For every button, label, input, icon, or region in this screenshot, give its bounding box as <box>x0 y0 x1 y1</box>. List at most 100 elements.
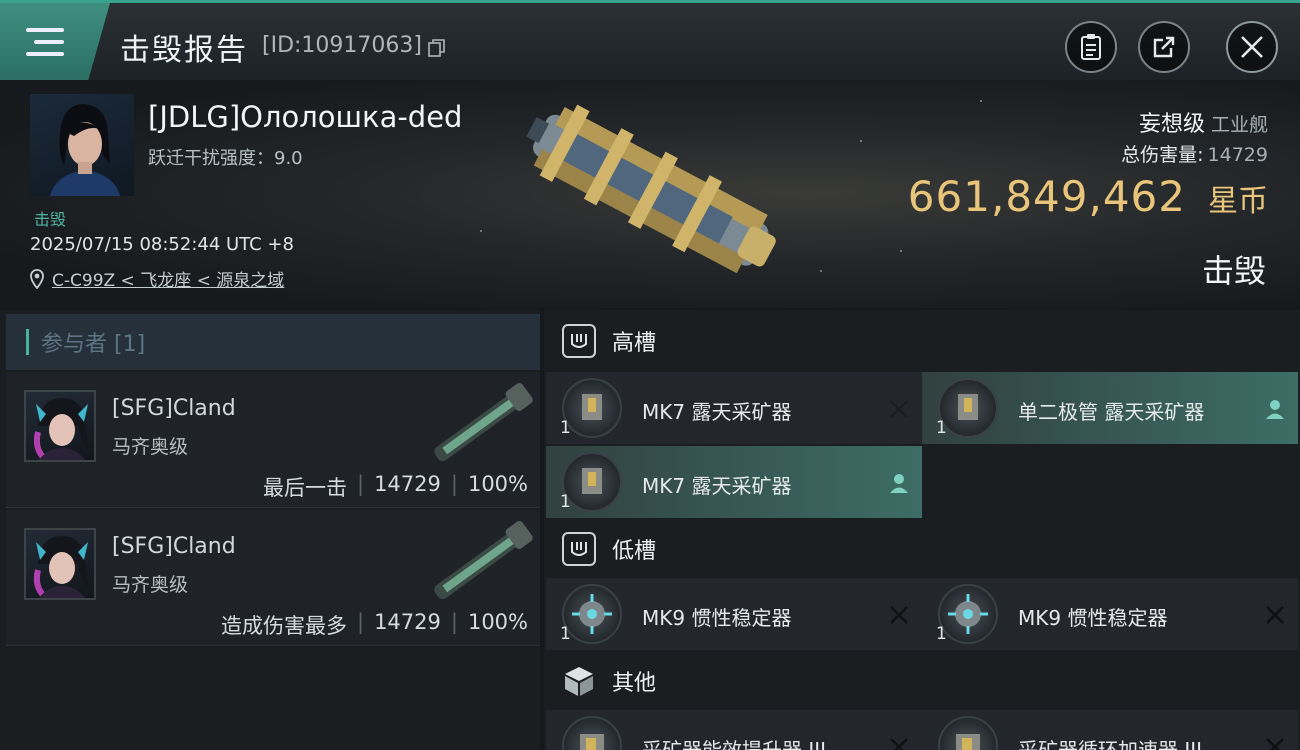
total-damage: 总伤害量: 14729 <box>1121 140 1268 167</box>
mining-upgrade-icon <box>938 716 998 750</box>
victim-avatar[interactable] <box>30 94 134 196</box>
module-name: MK9 惯性稳定器 <box>1018 606 1168 630</box>
participant-avatar[interactable] <box>24 390 96 462</box>
hamburger-icon <box>26 28 64 56</box>
top-bar: 击毁报告 [ID:10917063] <box>0 0 1300 81</box>
participant-percent: 100% <box>467 610 528 634</box>
module-item[interactable]: 1 单二极管 露天采矿器 <box>922 372 1298 444</box>
clipboard-icon <box>1081 34 1101 60</box>
copy-icon[interactable] <box>428 39 446 57</box>
participants-header: 参与者 [1] <box>6 314 540 370</box>
module-quantity: 1 <box>560 624 571 644</box>
clipboard-button[interactable] <box>1065 21 1117 73</box>
warp-disruption-strength: 跃迁干扰强度：9.0 <box>148 148 303 169</box>
location-text[interactable]: C-C99Z < 飞龙座 < 源泉之域 <box>52 266 284 291</box>
kill-timestamp: 2025/07/15 08:52:44 UTC +8 <box>30 234 294 255</box>
other-slot-header: 其他 <box>544 652 1300 710</box>
module-item[interactable]: 1 MK9 惯性稳定器 <box>546 578 922 650</box>
share-icon <box>1153 36 1175 58</box>
other-slot-title: 其他 <box>612 671 657 696</box>
module-item[interactable]: 1 采矿器能效提升器 III <box>546 710 922 750</box>
victim-name[interactable]: [JDLG]Ололошка-ded <box>148 100 462 134</box>
stat-divider: | <box>450 472 458 496</box>
participants-panel: 参与者 [1] [SFG]Cland 马齐奥级 最后一击 | 14729 | 1… <box>0 310 540 750</box>
participant-row[interactable]: [SFG]Cland 马齐奥级 造成伤害最多 | 14729 | 100% <box>6 510 540 646</box>
stat-divider: | <box>450 610 458 634</box>
fitting-panel: 高槽 1 MK7 露天采矿器 1 单二极管 露天采矿器 1 MK7 露天采矿器 … <box>544 310 1300 750</box>
stat-divider: | <box>356 472 365 496</box>
participant-percent: 100% <box>467 472 528 496</box>
close-icon <box>1241 36 1263 58</box>
module-name: MK7 露天采矿器 <box>642 400 792 424</box>
stabilizer-icon <box>562 584 622 644</box>
participant-role: 造成伤害最多 <box>220 614 347 638</box>
module-quantity: 1 <box>560 492 571 512</box>
participant-row[interactable]: [SFG]Cland 马齐奥级 最后一击 | 14729 | 100% <box>6 372 540 508</box>
mining-upgrade-icon <box>562 716 622 750</box>
stabilizer-icon <box>938 584 998 644</box>
low-slot-icon <box>562 532 596 566</box>
victim-ship-image[interactable] <box>515 98 790 286</box>
low-slot-header: 低槽 <box>544 520 1300 578</box>
dropped-person-icon <box>890 474 908 493</box>
module-quantity: 1 <box>936 624 947 644</box>
module-name: MK7 露天采矿器 <box>642 474 792 498</box>
stat-divider: | <box>356 610 365 634</box>
header-accent-bar <box>26 329 29 355</box>
report-id: [ID:10917063] <box>262 33 422 58</box>
destroyed-x-icon <box>1266 738 1284 750</box>
result-label: 击毁 <box>1201 252 1266 290</box>
destroyed-x-icon <box>890 738 908 750</box>
ship-class: 妄想级 工业舰 <box>1139 106 1268 138</box>
low-slot-title: 低槽 <box>612 539 657 564</box>
module-name: 单二极管 露天采矿器 <box>1018 400 1205 424</box>
module-item[interactable]: 1 采矿器循环加速器 III <box>922 710 1298 750</box>
module-name: MK9 惯性稳定器 <box>642 606 792 630</box>
ship-type: 工业舰 <box>1210 114 1268 136</box>
participant-stats: 最后一击 | 14729 | 100% <box>263 472 528 502</box>
total-damage-label: 总伤害量: <box>1121 144 1204 166</box>
destroyed-x-icon <box>1266 606 1284 624</box>
portrait-icon <box>33 536 88 598</box>
dropped-person-icon <box>1266 400 1284 419</box>
portrait-icon <box>33 398 88 460</box>
participant-damage: 14729 <box>374 472 441 496</box>
isk-unit: 星币 <box>1208 184 1268 219</box>
destroyed-x-icon <box>890 400 908 418</box>
module-name: 采矿器能效提升器 III <box>642 738 827 750</box>
total-damage-value: 14729 <box>1207 144 1268 166</box>
participant-name[interactable]: [SFG]Cland <box>112 396 236 421</box>
portrait-icon <box>50 104 120 196</box>
module-quantity: 1 <box>936 418 947 438</box>
mining-laser-icon <box>938 378 998 438</box>
destroyed-x-icon <box>890 606 908 624</box>
share-button[interactable] <box>1138 21 1190 73</box>
participant-avatar[interactable] <box>24 528 96 600</box>
participant-ship: 马齐奥级 <box>112 574 189 596</box>
module-item[interactable]: 1 MK7 露天采矿器 <box>546 372 922 444</box>
participants-title: 参与者 [1] <box>41 332 146 357</box>
participant-ship-image[interactable] <box>422 382 542 466</box>
mining-laser-icon <box>562 378 622 438</box>
page-title: 击毁报告 <box>120 33 248 68</box>
isk-value: 661,849,462 <box>907 172 1186 221</box>
mining-laser-icon <box>562 452 622 512</box>
module-item[interactable]: 1 MK7 露天采矿器 <box>546 446 922 518</box>
participant-ship-image[interactable] <box>422 520 542 604</box>
cargo-box-icon <box>565 667 593 696</box>
menu-button[interactable] <box>0 3 110 81</box>
high-slot-title: 高槽 <box>612 331 657 356</box>
status-badge: 击毁 <box>34 210 67 229</box>
high-slot-header: 高槽 <box>544 312 1300 370</box>
participant-damage: 14729 <box>374 610 441 634</box>
participant-stats: 造成伤害最多 | 14729 | 100% <box>221 610 528 640</box>
location-pin-icon <box>30 268 44 289</box>
participant-name[interactable]: [SFG]Cland <box>112 534 236 559</box>
module-quantity: 1 <box>560 418 571 438</box>
location-link[interactable]: C-C99Z < 飞龙座 < 源泉之域 <box>30 266 284 291</box>
close-button[interactable] <box>1226 21 1278 73</box>
module-item[interactable]: 1 MK9 惯性稳定器 <box>922 578 1298 650</box>
isk-value-row: 661,849,462 星币 <box>908 172 1268 221</box>
participant-ship: 马齐奥级 <box>112 436 189 458</box>
victim-summary: [JDLG]Ололошка-ded 跃迁干扰强度：9.0 击毁 2025/07… <box>0 80 1300 308</box>
